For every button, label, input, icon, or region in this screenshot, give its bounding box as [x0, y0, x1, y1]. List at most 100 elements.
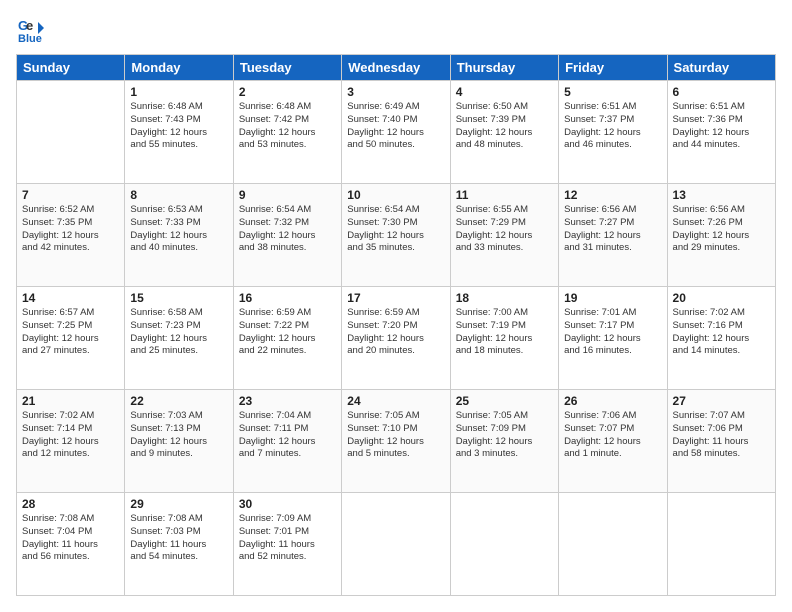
calendar-cell: 20 Sunrise: 7:02 AM Sunset: 7:16 PM Dayli… [667, 287, 775, 390]
calendar-cell: 5 Sunrise: 6:51 AM Sunset: 7:37 PM Daylig… [559, 81, 667, 184]
day-number: 3 [347, 85, 444, 99]
calendar-cell: 15Sunrise: 6:58 AM Sunset: 7:23 PM Dayli… [125, 287, 233, 390]
calendar-cell: 11 Sunrise: 6:55 AM Sunset: 7:29 PM Dayli… [450, 184, 558, 287]
day-number: 22 [130, 394, 227, 408]
day-number: 29 [130, 497, 227, 511]
calendar-cell: 2Sunrise: 6:48 AM Sunset: 7:42 PM Daylig… [233, 81, 341, 184]
day-info: Sunrise: 6:48 AM Sunset: 7:42 PM Dayligh… [239, 101, 336, 152]
day-info: Sunrise: 6:54 AM Sunset: 7:32 PM Dayligh… [239, 204, 336, 255]
calendar-table: SundayMondayTuesdayWednesdayThursdayFrid… [16, 54, 776, 596]
day-info: Sunrise: 6:54 AM Sunset: 7:30 PM Dayligh… [347, 204, 444, 255]
day-info: Sunrise: 7:00 AM Sunset: 7:19 PM Dayligh… [456, 307, 553, 358]
calendar-header-sunday: Sunday [17, 55, 125, 81]
calendar-cell: 14 Sunrise: 6:57 AM Sunset: 7:25 PM Dayli… [17, 287, 125, 390]
day-info: Sunrise: 6:53 AM Sunset: 7:33 PM Dayligh… [130, 204, 227, 255]
day-number: 23 [239, 394, 336, 408]
day-number: 6 [673, 85, 770, 99]
calendar-cell: 1 Sunrise: 6:48 AM Sunset: 7:43 PM Daylig… [125, 81, 233, 184]
calendar-week-5: 28 Sunrise: 7:08 AM Sunset: 7:04 PM Dayli… [17, 493, 776, 596]
day-number: 4 [456, 85, 553, 99]
calendar-cell: 8 Sunrise: 6:53 AM Sunset: 7:33 PM Daylig… [125, 184, 233, 287]
calendar-cell: 19 Sunrise: 7:01 AM Sunset: 7:17 PM Dayli… [559, 287, 667, 390]
page: G e Blue SundayMondayTuesdayWednesdayThu… [0, 0, 792, 612]
day-number: 15 [130, 291, 227, 305]
day-number: 8 [130, 188, 227, 202]
calendar-cell [559, 493, 667, 596]
calendar-cell: 30 Sunrise: 7:09 AM Sunset: 7:01 PM Dayli… [233, 493, 341, 596]
day-info: Sunrise: 7:08 AM Sunset: 7:04 PM Dayligh… [22, 513, 119, 564]
day-info: Sunrise: 7:07 AM Sunset: 7:06 PM Dayligh… [673, 410, 770, 461]
calendar-cell [667, 493, 775, 596]
day-number: 5 [564, 85, 661, 99]
day-info: Sunrise: 7:06 AM Sunset: 7:07 PM Dayligh… [564, 410, 661, 461]
calendar-week-4: 21Sunrise: 7:02 AM Sunset: 7:14 PM Dayli… [17, 390, 776, 493]
calendar-body: 1 Sunrise: 6:48 AM Sunset: 7:43 PM Daylig… [17, 81, 776, 596]
calendar-header-friday: Friday [559, 55, 667, 81]
day-number: 17 [347, 291, 444, 305]
day-number: 7 [22, 188, 119, 202]
calendar-cell: 17 Sunrise: 6:59 AM Sunset: 7:20 PM Dayli… [342, 287, 450, 390]
day-info: Sunrise: 7:05 AM Sunset: 7:10 PM Dayligh… [347, 410, 444, 461]
calendar-cell: 18 Sunrise: 7:00 AM Sunset: 7:19 PM Dayli… [450, 287, 558, 390]
calendar-cell [450, 493, 558, 596]
day-number: 13 [673, 188, 770, 202]
calendar-cell: 7 Sunrise: 6:52 AM Sunset: 7:35 PM Daylig… [17, 184, 125, 287]
day-info: Sunrise: 7:01 AM Sunset: 7:17 PM Dayligh… [564, 307, 661, 358]
day-number: 30 [239, 497, 336, 511]
day-info: Sunrise: 6:55 AM Sunset: 7:29 PM Dayligh… [456, 204, 553, 255]
calendar-header-monday: Monday [125, 55, 233, 81]
day-number: 9 [239, 188, 336, 202]
day-info: Sunrise: 6:48 AM Sunset: 7:43 PM Dayligh… [130, 101, 227, 152]
day-info: Sunrise: 7:05 AM Sunset: 7:09 PM Dayligh… [456, 410, 553, 461]
calendar-cell: 3 Sunrise: 6:49 AM Sunset: 7:40 PM Daylig… [342, 81, 450, 184]
day-number: 19 [564, 291, 661, 305]
svg-text:e: e [26, 18, 33, 33]
calendar-week-3: 14 Sunrise: 6:57 AM Sunset: 7:25 PM Dayli… [17, 287, 776, 390]
svg-text:Blue: Blue [18, 33, 42, 44]
calendar-week-1: 1 Sunrise: 6:48 AM Sunset: 7:43 PM Daylig… [17, 81, 776, 184]
day-info: Sunrise: 6:49 AM Sunset: 7:40 PM Dayligh… [347, 101, 444, 152]
day-info: Sunrise: 6:52 AM Sunset: 7:35 PM Dayligh… [22, 204, 119, 255]
day-info: Sunrise: 6:59 AM Sunset: 7:20 PM Dayligh… [347, 307, 444, 358]
day-info: Sunrise: 7:08 AM Sunset: 7:03 PM Dayligh… [130, 513, 227, 564]
day-info: Sunrise: 6:51 AM Sunset: 7:36 PM Dayligh… [673, 101, 770, 152]
day-number: 14 [22, 291, 119, 305]
day-info: Sunrise: 6:56 AM Sunset: 7:26 PM Dayligh… [673, 204, 770, 255]
calendar-header-saturday: Saturday [667, 55, 775, 81]
calendar-cell: 13 Sunrise: 6:56 AM Sunset: 7:26 PM Dayli… [667, 184, 775, 287]
day-info: Sunrise: 7:02 AM Sunset: 7:16 PM Dayligh… [673, 307, 770, 358]
day-number: 24 [347, 394, 444, 408]
calendar-cell: 25Sunrise: 7:05 AM Sunset: 7:09 PM Dayli… [450, 390, 558, 493]
day-number: 1 [130, 85, 227, 99]
calendar-cell: 26Sunrise: 7:06 AM Sunset: 7:07 PM Dayli… [559, 390, 667, 493]
calendar-header-thursday: Thursday [450, 55, 558, 81]
calendar-cell: 28 Sunrise: 7:08 AM Sunset: 7:04 PM Dayli… [17, 493, 125, 596]
calendar-header-wednesday: Wednesday [342, 55, 450, 81]
calendar-cell: 4 Sunrise: 6:50 AM Sunset: 7:39 PM Daylig… [450, 81, 558, 184]
calendar-cell: 21Sunrise: 7:02 AM Sunset: 7:14 PM Dayli… [17, 390, 125, 493]
header: G e Blue [16, 16, 776, 44]
calendar-cell: 12Sunrise: 6:56 AM Sunset: 7:27 PM Dayli… [559, 184, 667, 287]
day-info: Sunrise: 7:09 AM Sunset: 7:01 PM Dayligh… [239, 513, 336, 564]
calendar-cell: 29 Sunrise: 7:08 AM Sunset: 7:03 PM Dayli… [125, 493, 233, 596]
calendar-cell: 22 Sunrise: 7:03 AM Sunset: 7:13 PM Dayli… [125, 390, 233, 493]
day-number: 11 [456, 188, 553, 202]
calendar-header-tuesday: Tuesday [233, 55, 341, 81]
day-number: 16 [239, 291, 336, 305]
day-info: Sunrise: 6:50 AM Sunset: 7:39 PM Dayligh… [456, 101, 553, 152]
day-info: Sunrise: 7:02 AM Sunset: 7:14 PM Dayligh… [22, 410, 119, 461]
calendar-cell [17, 81, 125, 184]
day-number: 18 [456, 291, 553, 305]
day-info: Sunrise: 6:56 AM Sunset: 7:27 PM Dayligh… [564, 204, 661, 255]
day-info: Sunrise: 7:03 AM Sunset: 7:13 PM Dayligh… [130, 410, 227, 461]
calendar-cell: 27Sunrise: 7:07 AM Sunset: 7:06 PM Dayli… [667, 390, 775, 493]
day-number: 20 [673, 291, 770, 305]
logo-icon: G e Blue [16, 16, 44, 44]
day-info: Sunrise: 6:51 AM Sunset: 7:37 PM Dayligh… [564, 101, 661, 152]
day-number: 28 [22, 497, 119, 511]
day-info: Sunrise: 6:59 AM Sunset: 7:22 PM Dayligh… [239, 307, 336, 358]
calendar-cell: 6 Sunrise: 6:51 AM Sunset: 7:36 PM Daylig… [667, 81, 775, 184]
logo: G e Blue [16, 16, 46, 44]
day-info: Sunrise: 7:04 AM Sunset: 7:11 PM Dayligh… [239, 410, 336, 461]
day-info: Sunrise: 6:57 AM Sunset: 7:25 PM Dayligh… [22, 307, 119, 358]
